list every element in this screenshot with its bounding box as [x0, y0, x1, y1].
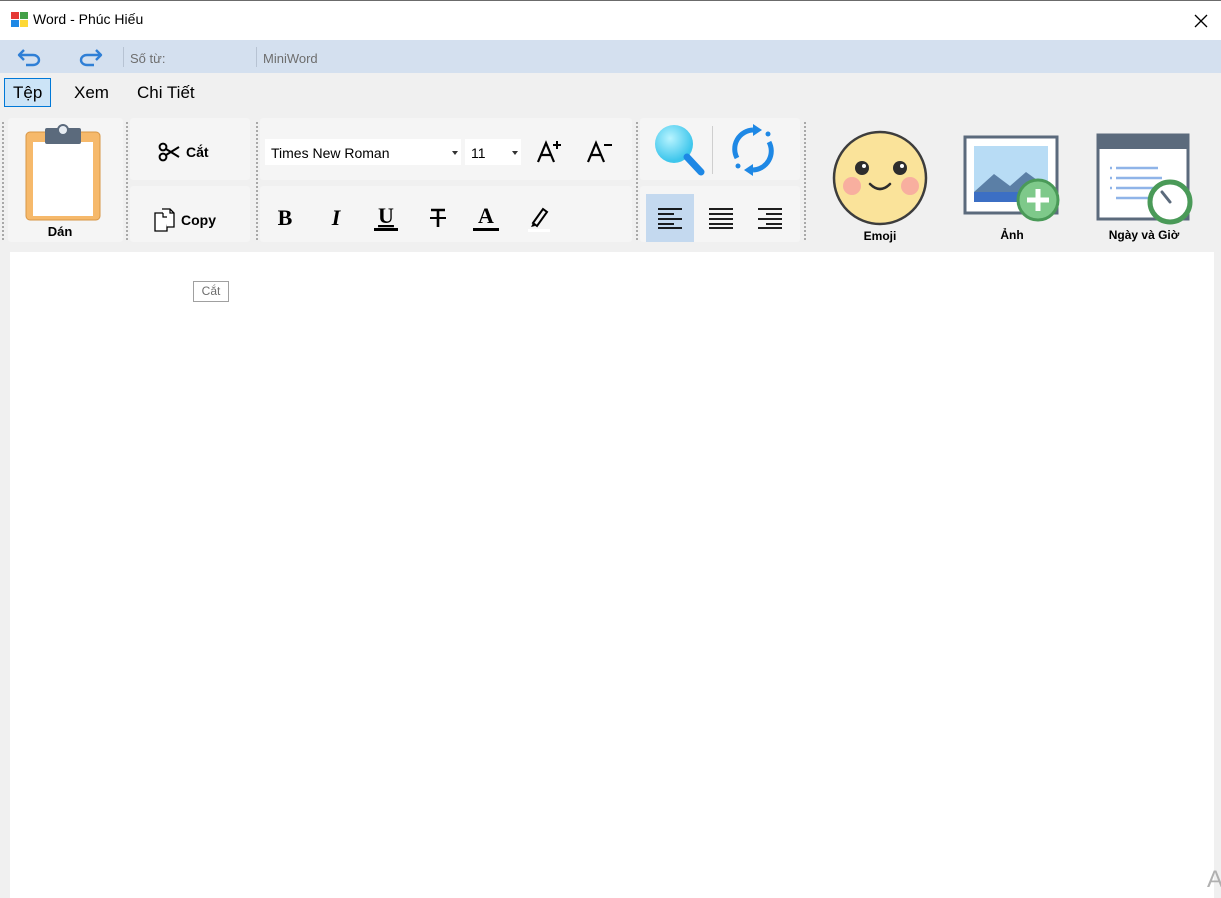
font-color-button[interactable]: A: [469, 200, 503, 236]
align-left-icon: [658, 208, 682, 229]
italic-button[interactable]: I: [319, 200, 353, 236]
word-count-label: Số từ:: [130, 51, 166, 66]
undo-button[interactable]: [15, 45, 45, 69]
svg-text:A: A: [478, 203, 494, 228]
menu-view[interactable]: Xem: [66, 78, 117, 107]
strikethrough-icon: [430, 208, 446, 227]
justify-button[interactable]: [697, 194, 745, 242]
app-name-label: MiniWord: [263, 51, 318, 66]
svg-text:B: B: [278, 205, 293, 230]
datetime-label: Ngày và Giờ: [1108, 228, 1180, 242]
font-size-select[interactable]: 11: [464, 138, 522, 166]
italic-icon: I: [331, 205, 342, 230]
svg-text:I: I: [331, 205, 342, 230]
clipboard-icon: [25, 124, 101, 221]
close-button[interactable]: [1181, 1, 1221, 40]
scissors-icon: [158, 142, 180, 162]
font-decrease-icon: [586, 140, 612, 163]
font-name-select[interactable]: Times New Roman: [264, 138, 462, 166]
group-grip: [256, 122, 258, 240]
align-right-button[interactable]: [746, 194, 794, 242]
copy-label: Copy: [181, 212, 216, 228]
align-right-icon: [758, 208, 782, 229]
redo-icon: [79, 49, 103, 67]
corner-glyph: A: [1207, 866, 1221, 893]
close-icon: [1194, 14, 1208, 27]
highlight-button[interactable]: [522, 200, 556, 236]
align-justify-icon: [709, 208, 733, 229]
separator: [256, 47, 257, 67]
svg-text:U: U: [378, 203, 394, 228]
insert-datetime-button[interactable]: Ngày và Giờ: [1092, 132, 1196, 244]
emoji-label: Emoji: [863, 229, 897, 243]
menu-details[interactable]: Chi Tiết: [129, 78, 203, 107]
separator: [123, 47, 124, 67]
chevron-down-icon: [452, 151, 458, 155]
separator: [712, 126, 713, 174]
image-icon: [963, 135, 1060, 222]
search-icon: [655, 125, 705, 176]
group-grip: [804, 122, 806, 240]
window-title: Word - Phúc Hiếu: [33, 11, 144, 27]
refresh-icon: [732, 124, 774, 176]
emoji-icon: [832, 130, 928, 226]
highlighter-icon: [528, 207, 550, 232]
bold-icon: B: [278, 205, 293, 230]
emoji-button[interactable]: Emoji: [830, 128, 930, 244]
redo-button[interactable]: [75, 45, 105, 69]
underline-button[interactable]: U: [369, 200, 403, 236]
cut-label: Cắt: [186, 144, 209, 160]
group-grip: [126, 122, 128, 240]
bold-button[interactable]: B: [268, 200, 302, 236]
menu-bar: Tệp Xem Chi Tiết: [0, 73, 1221, 114]
group-grip: [2, 122, 4, 240]
font-name-value: Times New Roman: [271, 145, 390, 161]
undo-icon: [17, 49, 41, 67]
app-icon: [11, 12, 28, 27]
paste-button[interactable]: Dán: [20, 120, 106, 244]
cut-button[interactable]: Cắt: [158, 140, 209, 164]
group-grip: [636, 122, 638, 240]
font-color-icon: A: [473, 203, 499, 231]
paste-label: Dán: [47, 224, 73, 239]
strikethrough-button[interactable]: [421, 200, 455, 236]
align-left-button[interactable]: [646, 194, 694, 242]
replace-button[interactable]: [724, 122, 782, 178]
font-size-value: 11: [471, 145, 486, 161]
grow-font-button[interactable]: [532, 134, 566, 170]
quick-access-bar: Số từ: MiniWord: [0, 40, 1221, 73]
chevron-down-icon: [512, 151, 518, 155]
copy-icon: [154, 208, 175, 232]
ribbon: Dán Cắt Cắt Copy Times New Roman 11 B I …: [0, 114, 1221, 302]
font-increase-icon: [536, 140, 561, 163]
underline-icon: U: [374, 203, 398, 231]
shrink-font-button[interactable]: [582, 134, 616, 170]
menu-file[interactable]: Tệp: [4, 78, 52, 107]
copy-button[interactable]: Copy: [152, 207, 216, 233]
cut-tooltip: Cắt: [193, 281, 229, 302]
image-label: Ảnh: [1000, 228, 1024, 242]
title-bar: Word - Phúc Hiếu: [0, 0, 1221, 40]
document-editor[interactable]: [10, 252, 1214, 898]
find-button[interactable]: [650, 122, 706, 178]
calendar-clock-icon: [1096, 133, 1193, 225]
insert-image-button[interactable]: Ảnh: [960, 132, 1064, 244]
